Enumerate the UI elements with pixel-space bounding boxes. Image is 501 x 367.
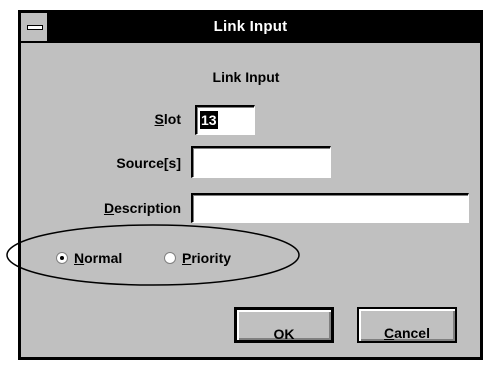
radio-normal-label: Normal <box>74 250 123 266</box>
slot-label: Slot <box>154 111 181 127</box>
screenshot-stage: Link Input Link Input Slot 13 Source[s] … <box>0 0 501 367</box>
link-input-dialog: Link Input Link Input Slot 13 Source[s] … <box>18 10 483 360</box>
sources-input[interactable] <box>191 146 331 178</box>
dialog-heading: Link Input <box>212 69 280 85</box>
radio-priority[interactable]: Priority <box>164 250 231 266</box>
slot-value: 13 <box>200 111 218 129</box>
window-title: Link Input <box>213 18 288 35</box>
sources-label: Source[s] <box>116 155 181 171</box>
title-bar[interactable]: Link Input <box>21 13 480 43</box>
description-label: Description <box>103 200 181 216</box>
slot-input[interactable]: 13 <box>195 105 255 135</box>
radio-priority-indicator[interactable] <box>164 252 176 264</box>
radio-normal[interactable]: Normal <box>56 250 122 266</box>
radio-normal-indicator[interactable] <box>56 252 68 264</box>
radio-priority-label: Priority <box>182 250 232 266</box>
description-input[interactable] <box>191 193 469 223</box>
cancel-button-label: Cancel <box>384 325 430 341</box>
ok-button[interactable]: OK <box>234 307 334 343</box>
ok-button-label: OK <box>273 326 295 342</box>
cancel-button[interactable]: Cancel <box>357 307 457 343</box>
